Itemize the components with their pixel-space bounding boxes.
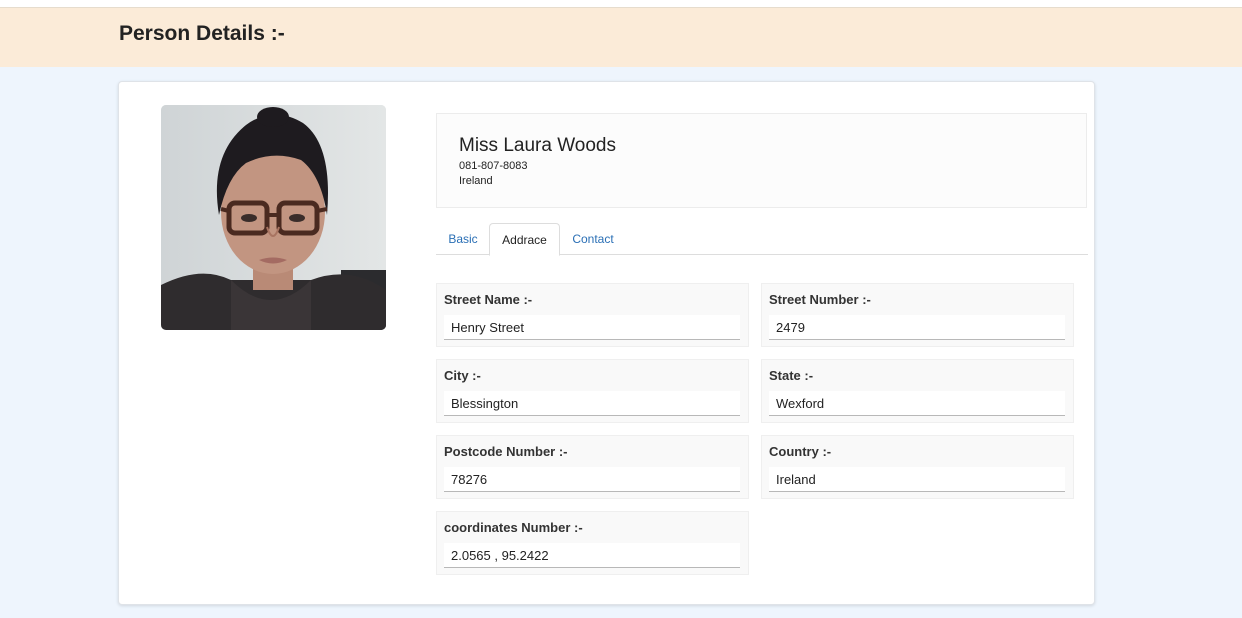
profile-summary: Miss Laura Woods 081-807-8083 Ireland [436, 113, 1087, 208]
city-field: City :- [436, 359, 749, 423]
state-label: State :- [769, 368, 814, 383]
profile-photo [161, 105, 386, 330]
page-title: Person Details :- [119, 22, 285, 45]
city-label: City :- [444, 368, 481, 383]
street-name-input[interactable] [444, 315, 740, 340]
tab-addrace[interactable]: Addrace [489, 223, 560, 256]
street-number-field: Street Number :- [761, 283, 1074, 347]
tab-basic[interactable]: Basic [436, 223, 490, 255]
country-label: Country :- [769, 444, 832, 459]
country-field: Country :- [761, 435, 1074, 499]
details-tabs: Basic Addrace Contact [436, 223, 1088, 256]
street-number-label: Street Number :- [769, 292, 871, 307]
street-number-input[interactable] [769, 315, 1065, 340]
coordinates-field: coordinates Number :- [436, 511, 749, 575]
coordinates-label: coordinates Number :- [444, 520, 583, 535]
postcode-input[interactable] [444, 467, 740, 492]
top-strip [0, 0, 1242, 7]
street-name-label: Street Name :- [444, 292, 533, 307]
coordinates-input[interactable] [444, 543, 740, 568]
city-input[interactable] [444, 391, 740, 416]
state-field: State :- [761, 359, 1074, 423]
person-photo-icon [161, 105, 386, 330]
profile-name: Miss Laura Woods [459, 135, 616, 156]
postcode-label: Postcode Number :- [444, 444, 568, 459]
profile-country: Ireland [459, 175, 493, 187]
street-name-field: Street Name :- [436, 283, 749, 347]
profile-phone: 081-807-8083 [459, 160, 528, 172]
state-input[interactable] [769, 391, 1065, 416]
country-input[interactable] [769, 467, 1065, 492]
postcode-field: Postcode Number :- [436, 435, 749, 499]
person-card: Miss Laura Woods 081-807-8083 Ireland Ba… [118, 81, 1095, 605]
tab-contact[interactable]: Contact [563, 223, 623, 255]
page-header: Person Details :- [0, 7, 1242, 67]
